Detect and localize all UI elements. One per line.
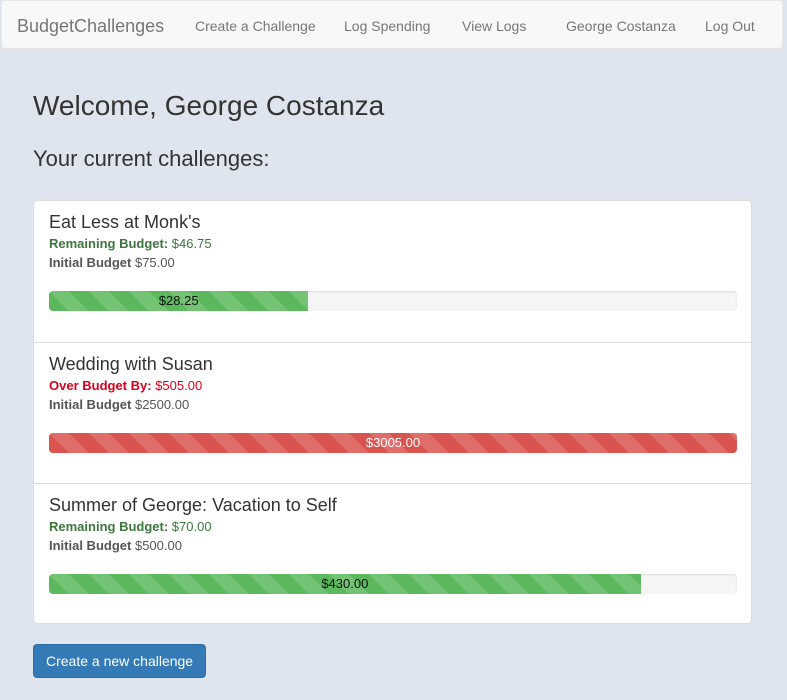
challenge-title: Wedding with Susan [49, 354, 213, 374]
initial-label: Initial Budget [49, 397, 132, 412]
over-budget-line: Over Budget By: $505.00 [49, 378, 202, 393]
initial-value: $500.00 [134, 538, 182, 553]
progress-fill: $430.00 [49, 574, 641, 594]
nav-log-out[interactable]: Log Out [705, 18, 755, 34]
top-navbar: BudgetChallenges Create a Challenge Log … [1, 0, 783, 49]
challenge-item: Eat Less at Monk's Remaining Budget: $46… [34, 201, 751, 342]
status-value: $70.00 [171, 519, 212, 534]
initial-label: Initial Budget [49, 255, 132, 270]
challenge-title: Summer of George: Vacation to Self [49, 495, 337, 515]
progress-fill: $28.25 [49, 291, 309, 311]
status-value: $46.75 [171, 236, 212, 251]
initial-budget-line: Initial Budget $2500.00 [49, 397, 189, 412]
challenge-title: Eat Less at Monk's [49, 212, 201, 232]
brand-link[interactable]: BudgetChallenges [17, 16, 164, 37]
nav-view-logs[interactable]: View Logs [462, 18, 526, 34]
challenge-list: Eat Less at Monk's Remaining Budget: $46… [33, 200, 752, 624]
status-label: Remaining Budget: [49, 236, 169, 251]
status-label: Over Budget By: [49, 378, 152, 393]
status-value: $505.00 [155, 378, 203, 393]
budget-progress-bar: $28.25 [49, 291, 737, 311]
budget-progress-bar: $430.00 [49, 574, 737, 594]
nav-log-spending[interactable]: Log Spending [344, 18, 430, 34]
nav-create-challenge[interactable]: Create a Challenge [195, 18, 316, 34]
initial-budget-line: Initial Budget $75.00 [49, 255, 175, 270]
progress-fill: $3005.00 [49, 433, 737, 453]
budget-progress-bar: $3005.00 [49, 433, 737, 453]
initial-value: $2500.00 [134, 397, 190, 412]
challenge-item: Wedding with Susan Over Budget By: $505.… [34, 342, 751, 483]
initial-value: $75.00 [134, 255, 175, 270]
create-challenge-button[interactable]: Create a new challenge [33, 644, 207, 678]
remaining-budget-line: Remaining Budget: $46.75 [49, 236, 212, 251]
status-label: Remaining Budget: [49, 519, 169, 534]
challenges-heading: Your current challenges: [33, 146, 270, 171]
initial-label: Initial Budget [49, 538, 132, 553]
page-title: Welcome, George Costanza [33, 90, 385, 121]
nav-user-profile[interactable]: George Costanza [566, 18, 676, 34]
initial-budget-line: Initial Budget $500.00 [49, 538, 182, 553]
remaining-budget-line: Remaining Budget: $70.00 [49, 519, 212, 534]
challenge-item: Summer of George: Vacation to Self Remai… [34, 483, 751, 624]
